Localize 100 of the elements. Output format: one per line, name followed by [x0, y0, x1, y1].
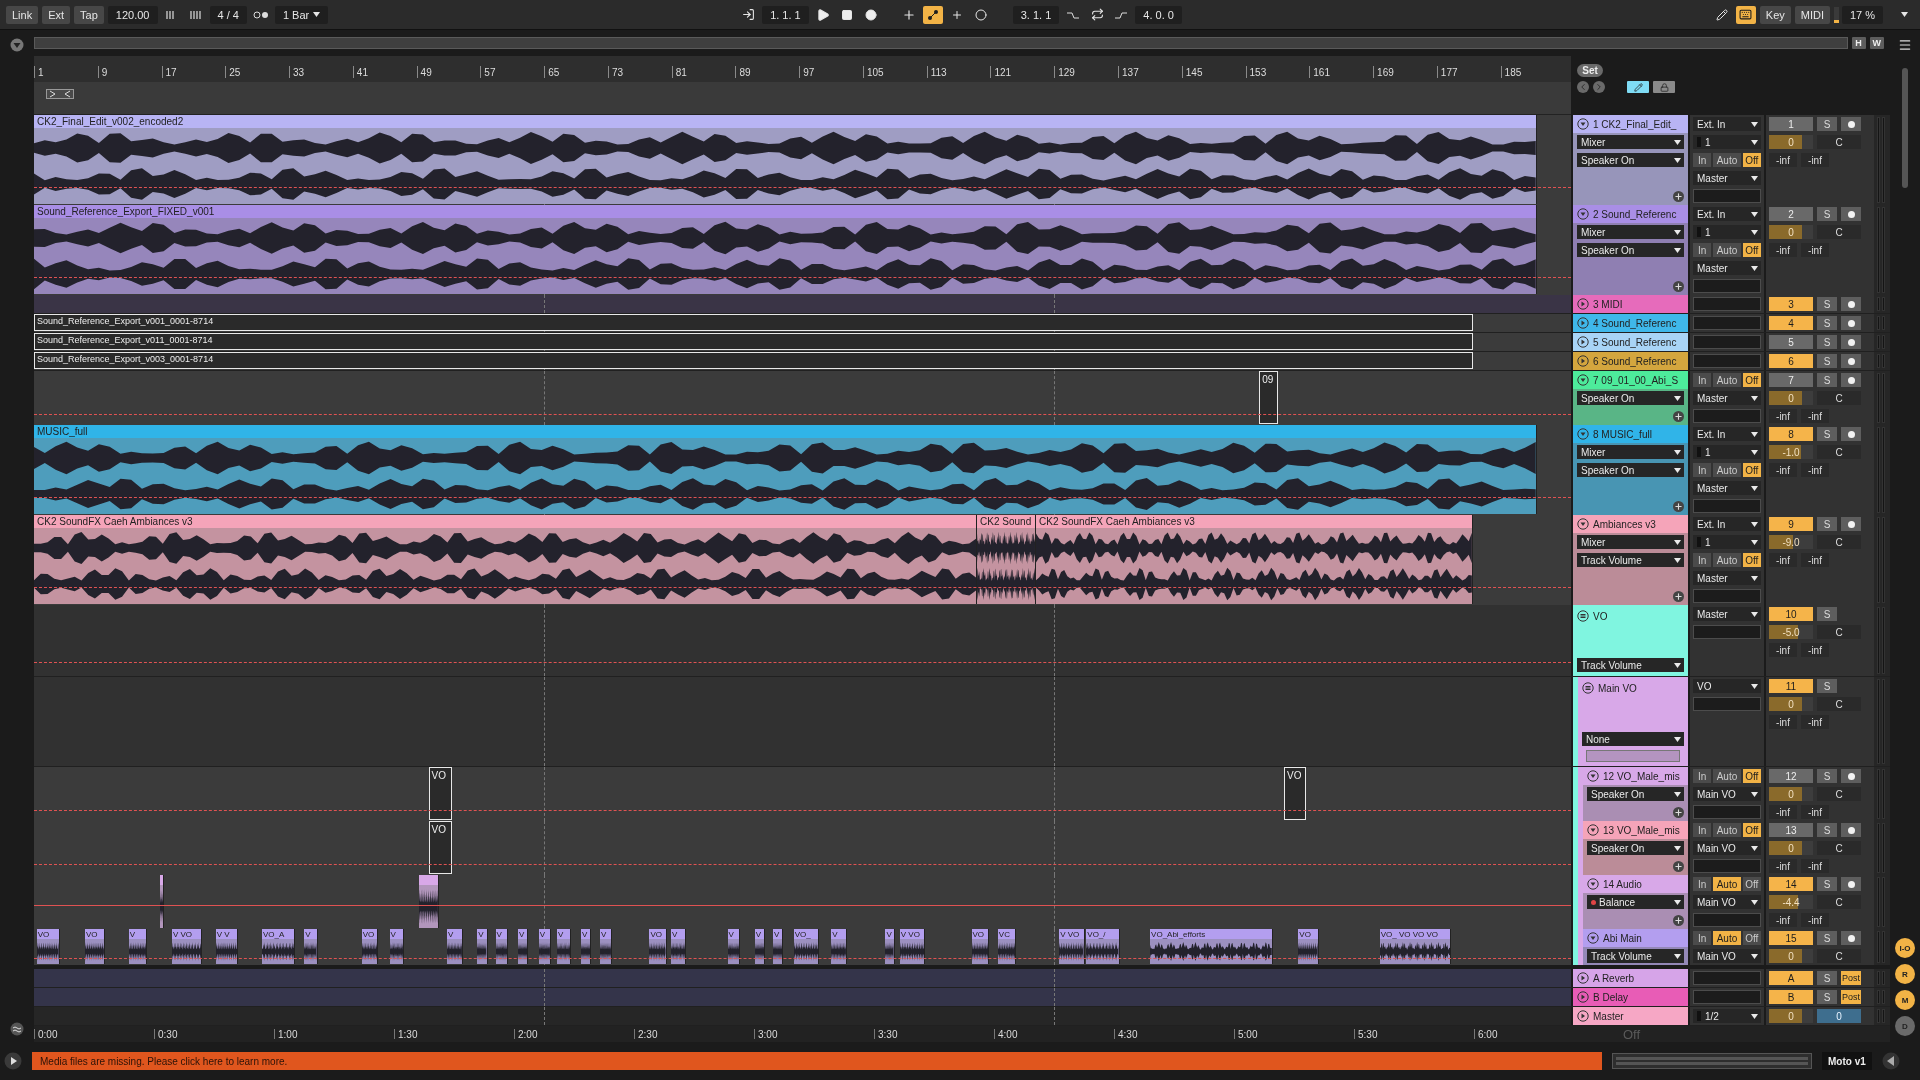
solo-button[interactable]: S: [1817, 679, 1837, 693]
volume-field[interactable]: 0: [1769, 841, 1813, 855]
monitor-button[interactable]: In: [1693, 769, 1712, 783]
monitor-button[interactable]: Auto: [1713, 769, 1741, 783]
send-field[interactable]: -inf: [1769, 805, 1797, 819]
dropdown[interactable]: Ext. In: [1693, 427, 1761, 441]
clip[interactable]: VO: [1284, 767, 1306, 820]
audio-clip[interactable]: V: [670, 929, 687, 964]
dropdown[interactable]: Speaker On: [1587, 841, 1684, 855]
track-header[interactable]: VO Track Volume: [1573, 605, 1688, 676]
dropdown[interactable]: Balance: [1587, 895, 1684, 909]
input-field[interactable]: [1693, 189, 1761, 203]
dropdown[interactable]: Master: [1693, 391, 1761, 405]
track-title-bar[interactable]: 7 09_01_00_Abi_S: [1573, 371, 1688, 389]
monitor-button[interactable]: Auto: [1713, 153, 1741, 167]
volume-field[interactable]: -4.4: [1769, 895, 1813, 909]
monitor-button[interactable]: Auto: [1713, 823, 1741, 837]
pan-field[interactable]: C: [1817, 225, 1861, 239]
fold-icon[interactable]: [1577, 336, 1589, 348]
lock-icon[interactable]: [1653, 81, 1675, 93]
track-title-bar[interactable]: Abi Main: [1583, 929, 1688, 947]
audio-clip[interactable]: VO_A: [262, 929, 296, 964]
track-header[interactable]: 1 CK2_Final_Edit_ Mixer Speaker On: [1573, 115, 1688, 205]
track-activator[interactable]: 8: [1769, 427, 1813, 441]
send-field[interactable]: -inf: [1769, 409, 1797, 423]
audio-clip[interactable]: MUSIC_full: [34, 425, 1537, 514]
collapse-icon[interactable]: [10, 38, 24, 52]
cue-volume-field[interactable]: 0: [1817, 1009, 1861, 1023]
next-locator-icon[interactable]: [1593, 81, 1605, 93]
solo-button[interactable]: S: [1817, 971, 1837, 985]
monitor-button[interactable]: In: [1693, 823, 1712, 837]
track-title-bar[interactable]: 13 VO_Male_mis: [1583, 821, 1688, 839]
monitor-button[interactable]: In: [1693, 877, 1712, 891]
draw-tool-icon[interactable]: [1627, 81, 1649, 93]
pan-field[interactable]: C: [1817, 787, 1861, 801]
external-sync-button[interactable]: Ext: [42, 5, 71, 24]
audio-clip[interactable]: V: [831, 929, 848, 964]
input-field[interactable]: [1693, 409, 1761, 423]
channel-dropdown[interactable]: 1/2: [1693, 1009, 1761, 1023]
arm-button[interactable]: [1841, 335, 1861, 349]
send-field[interactable]: -inf: [1801, 805, 1829, 819]
set-button[interactable]: Set: [1577, 64, 1603, 77]
track-header[interactable]: Abi Main Track Volume: [1573, 929, 1688, 965]
audio-clip[interactable]: CK2 SoundFX Caeh Ambiances v3: [1036, 515, 1473, 604]
audio-clip[interactable]: VC: [997, 929, 1017, 964]
back-icon[interactable]: [1881, 1052, 1900, 1070]
time-signature-field[interactable]: 4 / 4: [209, 5, 247, 24]
audio-clip[interactable]: VO: [85, 929, 105, 964]
volume-field[interactable]: 0: [1769, 697, 1813, 711]
monitor-button[interactable]: In: [1693, 153, 1712, 167]
monitor-button[interactable]: Auto: [1713, 373, 1741, 387]
channel-dropdown[interactable]: 1: [1693, 225, 1761, 239]
monitor-button[interactable]: Off: [1742, 931, 1761, 945]
fold-icon[interactable]: [1577, 355, 1589, 367]
audio-clip[interactable]: V: [727, 929, 741, 964]
monitor-button[interactable]: Off: [1742, 153, 1761, 167]
monitor-button[interactable]: In: [1693, 243, 1712, 257]
device-name[interactable]: Moto v1: [1822, 1052, 1872, 1070]
fold-icon[interactable]: [1577, 1010, 1589, 1022]
dropdown[interactable]: Track Volume: [1587, 949, 1684, 963]
audio-clip[interactable]: V VO: [1059, 929, 1085, 964]
volume-field[interactable]: 0: [1769, 1009, 1813, 1023]
dropdown[interactable]: Ext. In: [1693, 517, 1761, 531]
input-field[interactable]: [1693, 589, 1761, 603]
pan-field[interactable]: C: [1817, 949, 1861, 963]
solo-button[interactable]: S: [1817, 823, 1837, 837]
quantization-dropdown[interactable]: 1 Bar: [274, 5, 329, 24]
view-toggle[interactable]: I-O: [1895, 938, 1915, 958]
arm-button[interactable]: [1841, 207, 1861, 221]
send-field[interactable]: -inf: [1769, 463, 1797, 477]
track-title-bar[interactable]: 14 Audio: [1583, 875, 1688, 893]
input-field[interactable]: [1693, 316, 1761, 330]
monitor-button[interactable]: Off: [1742, 877, 1761, 891]
solo-button[interactable]: S: [1817, 297, 1837, 311]
scrollbar[interactable]: [1902, 68, 1908, 188]
channel-dropdown[interactable]: 1: [1693, 445, 1761, 459]
monitor-button[interactable]: Off: [1742, 463, 1761, 477]
track-activator[interactable]: 5: [1769, 335, 1813, 349]
dropdown[interactable]: VO: [1693, 679, 1761, 693]
loop-start-field[interactable]: 3. 1. 1: [1012, 5, 1060, 24]
status-message[interactable]: Media files are missing. Please click here to learn more.: [32, 1052, 1602, 1070]
track-activator[interactable]: 11: [1769, 679, 1813, 693]
group-fold-icon[interactable]: [1582, 682, 1594, 694]
audio-clip[interactable]: CK2 Sound: [977, 515, 1037, 604]
send-field[interactable]: -inf: [1801, 463, 1829, 477]
audio-clip[interactable]: [159, 875, 164, 928]
send-field[interactable]: -inf: [1769, 553, 1797, 567]
solo-button[interactable]: S: [1817, 517, 1837, 531]
audio-clip[interactable]: V: [477, 929, 488, 964]
audio-clip[interactable]: V: [389, 929, 404, 964]
add-icon[interactable]: [1673, 807, 1684, 818]
arm-button[interactable]: [1841, 517, 1861, 531]
monitor-button[interactable]: Auto: [1713, 243, 1741, 257]
dropdown[interactable]: Speaker On: [1577, 391, 1684, 405]
audio-clip[interactable]: [419, 875, 439, 928]
solo-button[interactable]: S: [1817, 316, 1837, 330]
keyboard-icon[interactable]: [1735, 5, 1756, 24]
add-icon[interactable]: [1673, 501, 1684, 512]
solo-button[interactable]: S: [1817, 931, 1837, 945]
send-field[interactable]: -inf: [1769, 715, 1797, 729]
